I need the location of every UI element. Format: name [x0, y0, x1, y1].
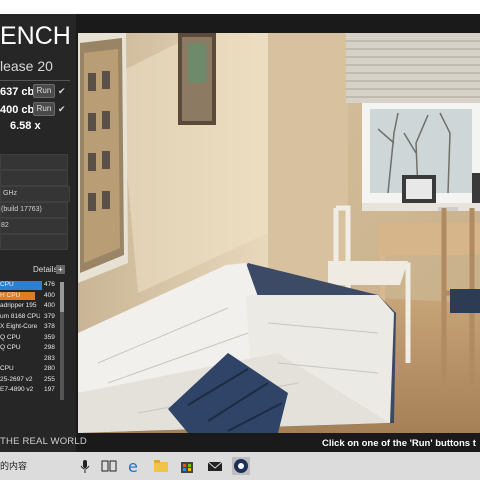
ranking-row[interactable]: 283 [0, 354, 58, 365]
ranking-cpu-name: E7-4890 v2 [0, 386, 34, 393]
mp-ratio: 6.58 x [10, 120, 41, 132]
file-explorer-icon[interactable] [152, 457, 170, 475]
left-panel: ENCH lease 20 637 cb Run ✔ 400 cb Run ✔ … [0, 14, 76, 452]
tagline: THE REAL WORLD [0, 436, 87, 447]
ranking-score: 400 [44, 291, 55, 299]
ranking-score: 298 [44, 344, 55, 351]
cpu-multi-score: 637 cb [0, 86, 35, 98]
details-label[interactable]: Details [33, 265, 57, 274]
ranking-cpu-name: 25-2697 v2 [0, 375, 33, 383]
mail-icon[interactable] [206, 457, 224, 475]
check-icon: ✔ [58, 86, 66, 96]
release-label: lease 20 [0, 58, 53, 74]
window-top-strip [0, 0, 480, 14]
ranking-cpu-name: adripper 195 [0, 302, 37, 309]
ranking-score: 379 [44, 312, 55, 320]
ranking-score: 255 [44, 375, 55, 383]
cpu-single-score: 400 cb [0, 104, 35, 116]
system-code-field: 82 [0, 218, 68, 234]
svg-text:e: e [128, 457, 138, 475]
mic-icon[interactable] [76, 457, 94, 475]
render-viewport [78, 33, 480, 433]
ranking-score: 378 [44, 323, 55, 330]
rendered-room-image [78, 33, 480, 433]
check-icon: ✔ [58, 104, 66, 114]
ranking-row[interactable]: E7-4890 v2 197 [0, 385, 58, 396]
ranking-cpu-name: Q CPU [0, 344, 21, 351]
ranking-row[interactable]: Q CPU 298 [0, 343, 58, 354]
os-build-field: (build 17763) [0, 202, 68, 218]
ranking-score: 476 [44, 281, 55, 288]
run-hint-text: Click on one of the 'Run' buttons t [322, 438, 476, 449]
ranking-cpu-name: CPU [0, 281, 14, 288]
ranking-row[interactable]: X Eight-Core 378 [0, 322, 58, 333]
ranking-score: 197 [44, 386, 55, 393]
details-plus-button[interactable]: + [56, 265, 65, 274]
ranking-cpu-name: Q CPU [0, 333, 21, 341]
ranking-score: 283 [44, 354, 55, 362]
taskbar-search-text[interactable]: 的内容 [0, 459, 27, 472]
store-icon[interactable] [178, 457, 196, 475]
ranking-row[interactable]: adripper 195 400 [0, 301, 58, 312]
divider [0, 80, 70, 81]
system-info-field [0, 170, 68, 186]
ranking-list: CPU 476 H CPU 400 adripper 195 400 um 8168 CPU… [0, 280, 58, 396]
ranking-score: 400 [44, 302, 55, 309]
ranking-score: 280 [44, 365, 55, 372]
ranking-score: 359 [44, 333, 55, 341]
ranking-cpu-name: X Eight-Core [0, 323, 38, 330]
ranking-row[interactable]: Q CPU 359 [0, 333, 58, 344]
ranking-row[interactable]: H CPU 400 [0, 291, 58, 302]
cinebench-icon[interactable] [232, 457, 250, 475]
ranking-cpu-name: um 8168 CPU [0, 312, 40, 320]
system-info-field [0, 154, 68, 170]
app-logo: ENCH [0, 22, 71, 50]
ranking-row[interactable]: um 8168 CPU 379 [0, 312, 58, 323]
ranking-row[interactable]: 25-2697 v2 255 [0, 375, 58, 386]
ranking-row[interactable]: CPU 476 [0, 280, 58, 291]
system-info-field [0, 234, 68, 250]
run-multi-button[interactable]: Run [33, 84, 55, 98]
edge-icon[interactable]: e [126, 457, 144, 476]
ranking-scroll-thumb[interactable] [60, 282, 64, 312]
run-single-button[interactable]: Run [33, 102, 55, 116]
cpu-speed-field: GHz [0, 186, 70, 202]
ranking-cpu-name: CPU [0, 365, 14, 372]
ranking-cpu-name: H CPU [0, 291, 21, 299]
task-view-icon[interactable] [100, 457, 118, 475]
ranking-row[interactable]: CPU 280 [0, 364, 58, 375]
